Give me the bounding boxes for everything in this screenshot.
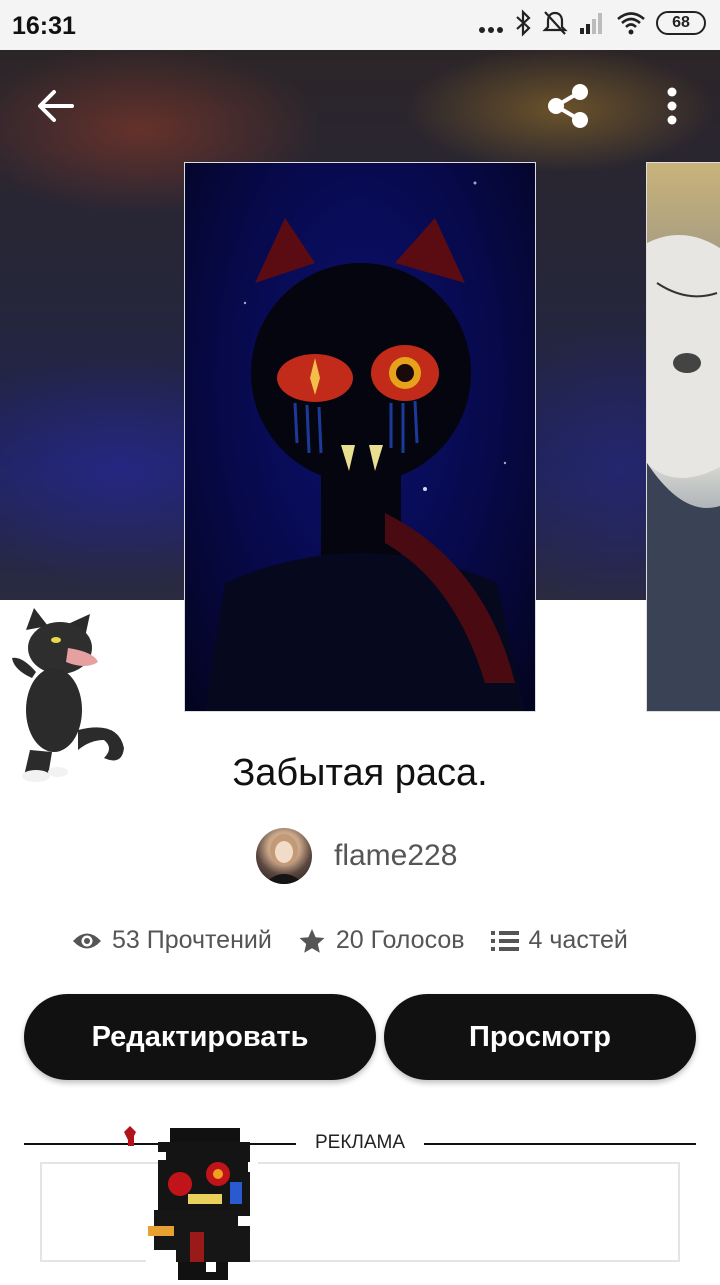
more-button[interactable]: [638, 72, 706, 140]
glitch-sticker: [118, 1122, 288, 1280]
signal-icon: [580, 13, 602, 34]
eye-icon: [73, 933, 101, 948]
story-cover[interactable]: [184, 162, 536, 712]
ad-label: РЕКЛАМА: [314, 1132, 406, 1153]
mute-icon: [542, 11, 568, 35]
votes-count: 20 Голосов: [335, 926, 465, 954]
status-icons: 68: [478, 8, 706, 38]
next-cover-artwork: [647, 235, 720, 711]
share-button[interactable]: [534, 72, 602, 140]
view-button[interactable]: Просмотр: [384, 994, 696, 1080]
reads-stat: 53 Прочтений: [72, 926, 272, 955]
reads-count: 53 Прочтений: [112, 926, 272, 954]
next-story-cover[interactable]: [646, 162, 720, 712]
parts-count: 4 частей: [528, 926, 628, 954]
dots-icon: [479, 27, 503, 33]
edit-button[interactable]: Редактировать: [24, 994, 376, 1080]
story-stats: 53 Прочтений 20 Голосов 4 частей: [72, 926, 628, 955]
ad-divider-right: [424, 1143, 696, 1145]
more-vertical-icon: [667, 87, 677, 125]
cover-artwork: [205, 181, 525, 711]
back-button[interactable]: [22, 72, 90, 140]
wifi-icon: [617, 12, 645, 35]
parts-stat[interactable]: 4 частей: [490, 926, 628, 955]
bluetooth-icon: [516, 9, 531, 37]
story-title: Забытая раса.: [232, 752, 488, 794]
list-icon: [490, 930, 519, 951]
battery-icon: 68: [656, 11, 706, 35]
arrow-left-icon: [38, 90, 74, 122]
status-bar: 16:31 68: [0, 0, 720, 50]
star-icon: [299, 928, 325, 953]
votes-stat: 20 Голосов: [298, 926, 465, 955]
share-icon: [548, 84, 588, 128]
avatar[interactable]: [256, 828, 312, 884]
author-link[interactable]: flame228: [256, 828, 457, 884]
author-name[interactable]: flame228: [334, 839, 457, 873]
status-time: 16:31: [12, 12, 76, 40]
